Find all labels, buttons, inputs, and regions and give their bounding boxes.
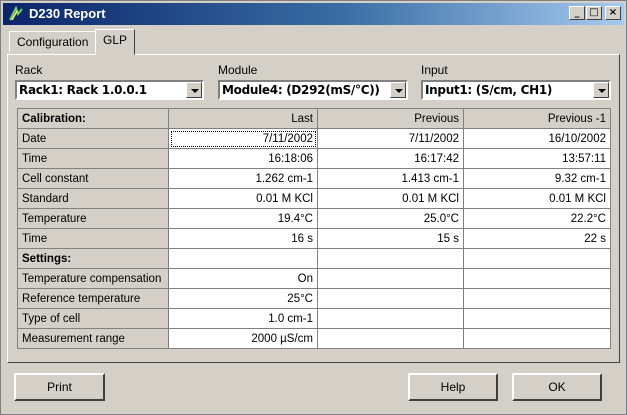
module-label: Module — [218, 63, 258, 77]
table-cell[interactable]: 16/10/2002 — [463, 128, 611, 149]
input-select[interactable]: Input1: (S/cm, CH1) — [421, 80, 611, 100]
column-header-previous[interactable]: Previous — [317, 108, 464, 129]
input-select-value: Input1: (S/cm, CH1) — [425, 83, 553, 97]
table-row: Time 16:18:06 16:17:42 13:57:11 — [17, 148, 611, 169]
table-cell[interactable]: 7/11/2002 — [168, 128, 318, 149]
table-cell[interactable] — [317, 328, 464, 349]
row-label: Time — [17, 148, 169, 169]
window-title: D230 Report — [29, 6, 106, 21]
table-row: Time 16 s 15 s 22 s — [17, 228, 611, 249]
table-cell[interactable]: 13:57:11 — [463, 148, 611, 169]
table-cell[interactable]: On — [168, 268, 318, 289]
table-cell[interactable]: 15 s — [317, 228, 464, 249]
settings-header: Settings: — [17, 248, 169, 269]
rack-select-value: Rack1: Rack 1.0.0.1 — [19, 83, 147, 97]
table-cell[interactable]: 1.0 cm-1 — [168, 308, 318, 329]
close-button[interactable]: × — [605, 6, 621, 20]
glp-report-table: Calibration: Last Previous Previous -1 D… — [17, 108, 611, 349]
title-bar[interactable]: D230 Report _ □ × — [3, 3, 624, 25]
table-cell[interactable] — [463, 248, 611, 269]
chevron-down-icon[interactable] — [390, 82, 406, 98]
table-cell[interactable]: 22.2°C — [463, 208, 611, 229]
module-select-value: Module4: (D292(mS/°C)) — [222, 83, 380, 97]
maximize-button[interactable]: □ — [586, 6, 602, 20]
table-cell[interactable]: 7/11/2002 — [317, 128, 464, 149]
tab-configuration[interactable]: Configuration — [9, 31, 97, 53]
help-button-label: Help — [440, 380, 466, 394]
rack-select[interactable]: Rack1: Rack 1.0.0.1 — [15, 80, 204, 100]
row-label: Standard — [17, 188, 169, 209]
chevron-down-icon[interactable] — [186, 82, 202, 98]
row-label: Temperature compensation — [17, 268, 169, 289]
row-label: Time — [17, 228, 169, 249]
table-cell[interactable]: 1.262 cm-1 — [168, 168, 318, 189]
table-cell[interactable]: 22 s — [463, 228, 611, 249]
table-cell[interactable]: 16:18:06 — [168, 148, 318, 169]
calibration-header: Calibration: — [17, 108, 169, 129]
row-label: Type of cell — [17, 308, 169, 329]
table-row: Temperature 19.4°C 25.0°C 22.2°C — [17, 208, 611, 229]
print-button-label: Print — [47, 380, 72, 394]
table-cell[interactable]: 0.01 M KCl — [317, 188, 464, 209]
table-cell[interactable] — [463, 268, 611, 289]
chevron-down-icon[interactable] — [593, 82, 609, 98]
table-cell[interactable]: 25°C — [168, 288, 318, 309]
settings-header-row: Settings: — [17, 248, 611, 269]
row-label: Temperature — [17, 208, 169, 229]
table-cell[interactable]: 25.0°C — [317, 208, 464, 229]
minimize-button[interactable]: _ — [569, 6, 585, 20]
table-cell[interactable]: 9.32 cm-1 — [463, 168, 611, 189]
table-cell[interactable]: 16:17:42 — [317, 148, 464, 169]
table-cell[interactable]: 1.413 cm-1 — [317, 168, 464, 189]
row-label: Measurement range — [17, 328, 169, 349]
column-header-last[interactable]: Last — [168, 108, 318, 129]
table-row: Reference temperature 25°C — [17, 288, 611, 309]
table-cell[interactable]: 16 s — [168, 228, 318, 249]
row-label: Date — [17, 128, 169, 149]
ok-button-label: OK — [548, 380, 566, 394]
table-cell[interactable] — [168, 248, 318, 269]
table-cell[interactable] — [317, 288, 464, 309]
table-cell[interactable]: 0.01 M KCl — [168, 188, 318, 209]
tab-strip: Configuration GLP — [9, 29, 619, 55]
help-button[interactable]: Help — [408, 373, 498, 401]
report-window: D230 Report _ □ × Configuration GLP Rack… — [0, 0, 627, 415]
print-button[interactable]: Print — [14, 373, 105, 401]
table-cell[interactable]: 19.4°C — [168, 208, 318, 229]
row-label: Cell constant — [17, 168, 169, 189]
app-icon — [9, 6, 23, 21]
table-cell[interactable]: 0.01 M KCl — [463, 188, 611, 209]
table-row: Measurement range 2000 µS/cm — [17, 328, 611, 349]
table-cell[interactable] — [463, 328, 611, 349]
rack-label: Rack — [15, 63, 43, 77]
ok-button[interactable]: OK — [512, 373, 602, 401]
input-label: Input — [421, 63, 448, 77]
table-row: Temperature compensation On — [17, 268, 611, 289]
module-select[interactable]: Module4: (D292(mS/°C)) — [218, 80, 408, 100]
row-label: Reference temperature — [17, 288, 169, 309]
table-row: Standard 0.01 M KCl 0.01 M KCl 0.01 M KC… — [17, 188, 611, 209]
table-row: Cell constant 1.262 cm-1 1.413 cm-1 9.32… — [17, 168, 611, 189]
table-cell[interactable] — [463, 288, 611, 309]
table-row: Date 7/11/2002 7/11/2002 16/10/2002 — [17, 128, 611, 149]
table-row: Type of cell 1.0 cm-1 — [17, 308, 611, 329]
table-cell[interactable] — [317, 308, 464, 329]
table-cell[interactable] — [317, 268, 464, 289]
tab-glp[interactable]: GLP — [95, 29, 136, 55]
table-cell[interactable] — [317, 248, 464, 269]
table-cell[interactable]: 2000 µS/cm — [168, 328, 318, 349]
table-header-row: Calibration: Last Previous Previous -1 — [17, 108, 611, 129]
table-cell[interactable] — [463, 308, 611, 329]
column-header-previous-1[interactable]: Previous -1 — [463, 108, 611, 129]
